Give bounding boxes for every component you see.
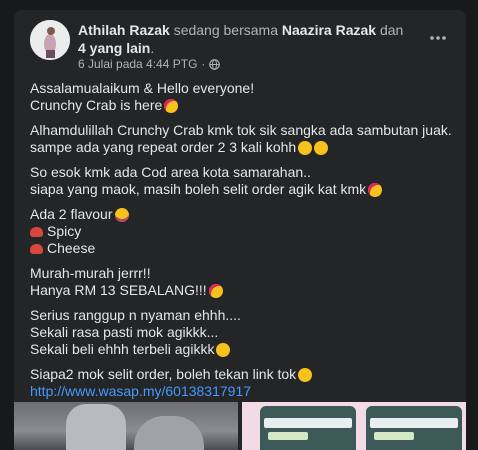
avatar[interactable] bbox=[30, 20, 70, 60]
post-meta: 6 Julai pada 4:44 PTG · bbox=[78, 57, 221, 71]
wasap-link[interactable]: http://www.wasap.my/60138317917 bbox=[30, 383, 251, 400]
grimacing-face-emoji bbox=[216, 342, 231, 357]
avatar-image bbox=[30, 20, 70, 60]
post-paragraph: Ada 2 flavour Spicy Cheese bbox=[30, 206, 458, 257]
heart-eyes-emoji bbox=[208, 283, 223, 298]
post-line: Murah-murah jerrr!! bbox=[30, 265, 458, 282]
more-options-button[interactable] bbox=[420, 20, 456, 56]
phone-screenshot-1 bbox=[260, 406, 356, 450]
post-line-text: Cheese bbox=[47, 240, 96, 256]
smirk-emoji bbox=[298, 367, 313, 382]
phone-screenshot-2 bbox=[366, 406, 462, 450]
post-paragraph: So esok kmk ada Cod area kota samarahan.… bbox=[30, 164, 458, 198]
chat-bar bbox=[370, 418, 458, 428]
post-line: Sekali beli ehhh terbeli agikkk bbox=[30, 341, 458, 358]
photo-grid bbox=[14, 402, 466, 450]
post-line-text: Spicy bbox=[47, 223, 82, 239]
post-line-text: Alhamdulillah Crunchy Crab kmk tok sik s… bbox=[30, 122, 452, 138]
post-paragraph: Alhamdulillah Crunchy Crab kmk tok sik s… bbox=[30, 122, 458, 156]
crab-emoji bbox=[30, 243, 43, 254]
post-date[interactable]: 6 Julai pada 4:44 PTG bbox=[78, 57, 197, 71]
chat-bubble bbox=[268, 432, 308, 440]
post-line-text: Sekali beli ehhh terbeli agikkk bbox=[30, 341, 215, 357]
meta-dot: · bbox=[201, 57, 206, 71]
post-paragraph: Serius ranggup n nyaman ehhh.... Sekali r… bbox=[30, 307, 458, 358]
face-blowing-kiss-emoji bbox=[368, 182, 383, 197]
post-line-text: Sekali rasa pasti mok agikkk... bbox=[30, 324, 219, 340]
and-text: dan bbox=[379, 22, 404, 38]
post-line-text: Assalamualaikum & Hello everyone! bbox=[30, 80, 255, 96]
post-body: Assalamualaikum & Hello everyone! Crunchy… bbox=[30, 80, 458, 408]
post-line-text: So esok kmk ada Cod area kota samarahan.… bbox=[30, 164, 311, 180]
photo-1-subject bbox=[66, 404, 126, 450]
post-line: Cheese bbox=[30, 240, 458, 257]
post-line: Hanya RM 13 SEBALANG!!! bbox=[30, 282, 458, 299]
post-line: Crunchy Crab is here bbox=[30, 97, 458, 114]
author-line: Athilah Razak sedang bersama Naazira Raz… bbox=[78, 21, 418, 57]
post-line-text: Murah-murah jerrr!! bbox=[30, 265, 151, 281]
post-line-text: Ada 2 flavour bbox=[30, 206, 113, 222]
crab-emoji bbox=[30, 226, 43, 237]
post-line-text: Crunchy Crab is here bbox=[30, 97, 163, 113]
post-line: Serius ranggup n nyaman ehhh.... bbox=[30, 307, 458, 324]
photo-1[interactable] bbox=[14, 402, 238, 450]
tagged-name[interactable]: Naazira Razak bbox=[282, 22, 376, 38]
post-line: Sekali rasa pasti mok agikkk... bbox=[30, 324, 458, 341]
post-line: sampe ada yang repeat order 2 3 kali koh… bbox=[30, 139, 458, 156]
post-line-text: sampe ada yang repeat order 2 3 kali koh… bbox=[30, 139, 297, 155]
post-line-text: siapa yang maok, masih boleh selit order… bbox=[30, 181, 367, 197]
post-paragraph: Siapa2 mok selit order, boleh tekan link… bbox=[30, 366, 458, 400]
star-struck-emoji bbox=[114, 207, 129, 222]
post-line-text: Hanya RM 13 SEBALANG!!! bbox=[30, 282, 207, 298]
post-line: Spicy bbox=[30, 223, 458, 240]
chat-bubble bbox=[374, 432, 414, 440]
post-paragraph: Assalamualaikum & Hello everyone! Crunchy… bbox=[30, 80, 458, 114]
post-header: Athilah Razak sedang bersama Naazira Raz… bbox=[14, 10, 466, 74]
heart-eyes-emoji bbox=[164, 98, 179, 113]
globe-icon bbox=[209, 58, 221, 70]
photo-2[interactable] bbox=[242, 402, 466, 450]
post-line: Alhamdulillah Crunchy Crab kmk tok sik s… bbox=[30, 122, 458, 139]
post-paragraph: Murah-murah jerrr!! Hanya RM 13 SEBALANG!… bbox=[30, 265, 458, 299]
chat-bar bbox=[264, 418, 352, 428]
period: . bbox=[150, 40, 155, 56]
post-card: Athilah Razak sedang bersama Naazira Raz… bbox=[14, 10, 466, 450]
post-line: siapa yang maok, masih boleh selit order… bbox=[30, 181, 458, 198]
with-text: sedang bersama bbox=[173, 22, 278, 38]
photo-1-object bbox=[134, 416, 204, 450]
author-name[interactable]: Athilah Razak bbox=[78, 22, 170, 38]
smirk-emoji bbox=[314, 140, 329, 155]
post-line: Assalamualaikum & Hello everyone! bbox=[30, 80, 458, 97]
post-line: Siapa2 mok selit order, boleh tekan link… bbox=[30, 366, 458, 383]
post-line: http://www.wasap.my/60138317917 bbox=[30, 383, 458, 400]
post-line-text: Siapa2 mok selit order, boleh tekan link… bbox=[30, 366, 297, 382]
post-line: Ada 2 flavour bbox=[30, 206, 458, 223]
grimacing-face-emoji bbox=[298, 140, 313, 155]
post-line: So esok kmk ada Cod area kota samarahan.… bbox=[30, 164, 458, 181]
others-link[interactable]: 4 yang lain bbox=[78, 40, 150, 56]
post-line-text: Serius ranggup n nyaman ehhh.... bbox=[30, 307, 241, 323]
more-options-icon bbox=[430, 36, 446, 40]
